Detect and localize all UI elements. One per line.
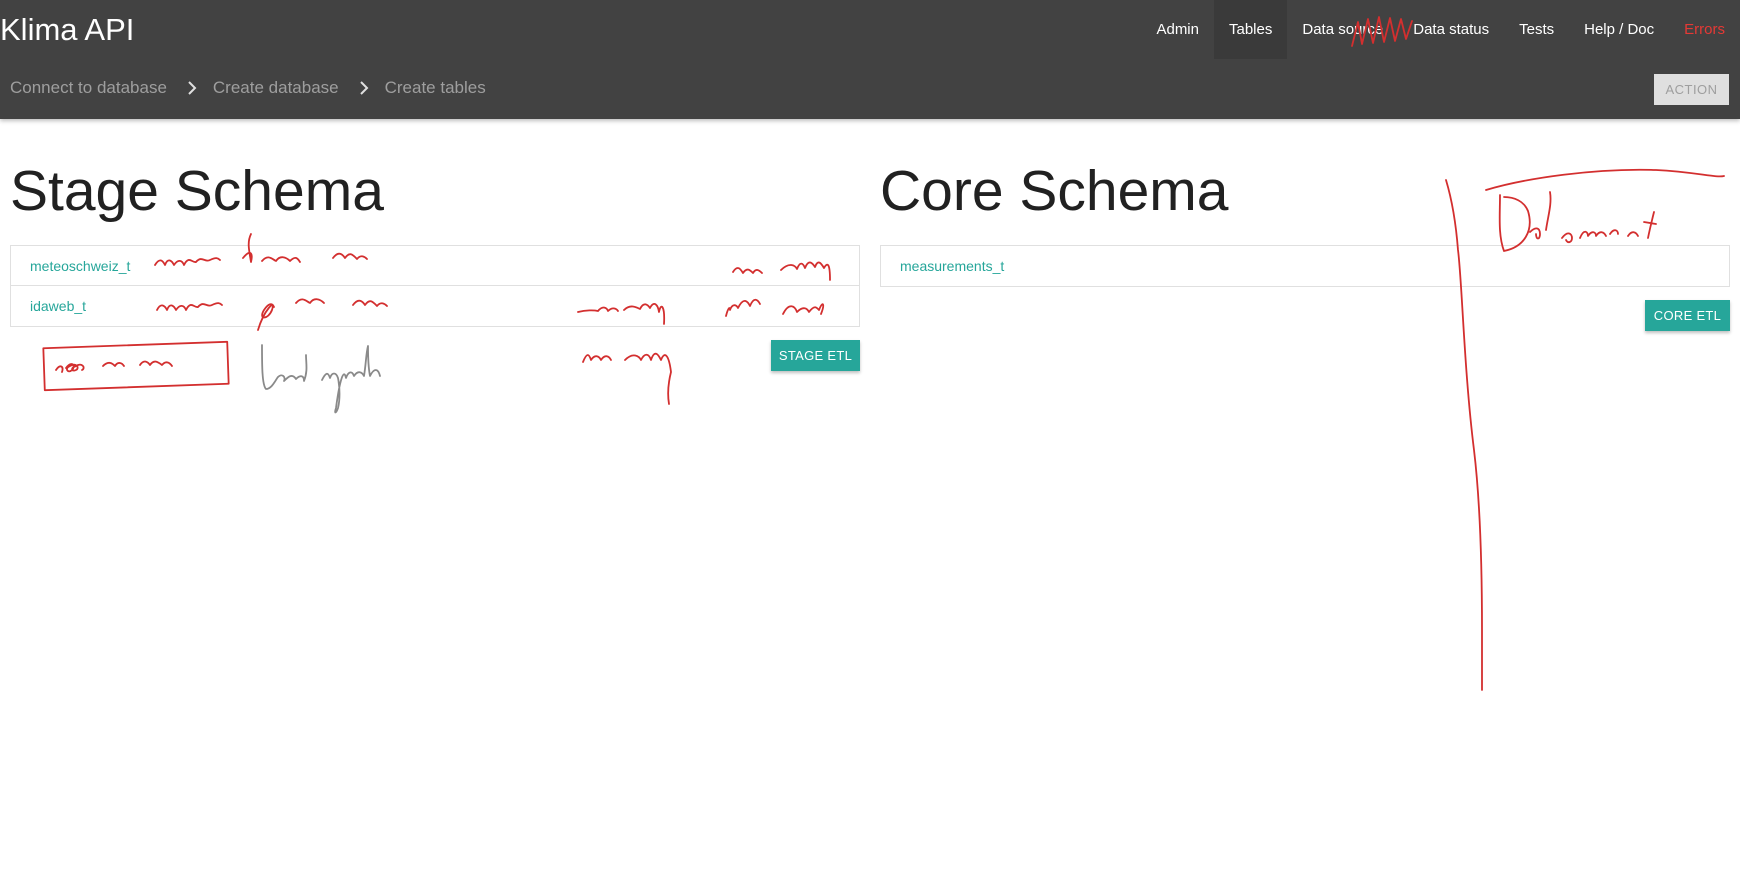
top-navbar: Klima API Admin Tables Data source Data … [0, 0, 1740, 119]
nav-tests[interactable]: Tests [1504, 0, 1569, 59]
stage-table-list: meteoschweiz_t idaweb_t [10, 245, 860, 327]
action-button[interactable]: ACTION [1654, 74, 1729, 105]
stage-schema-title: Stage Schema [10, 159, 384, 223]
note-box-10000-rows [42, 340, 230, 392]
table-row-measurements[interactable]: measurements_t [881, 246, 1729, 286]
core-schema-title: Core Schema [880, 159, 1229, 223]
table-row-idaweb[interactable]: idaweb_t [11, 286, 859, 326]
breadcrumb-connect-database[interactable]: Connect to database [10, 78, 167, 98]
main-nav: Admin Tables Data source Data status Tes… [1141, 0, 1740, 59]
core-etl-button[interactable]: CORE ETL [1645, 300, 1730, 331]
core-table-list: measurements_t [880, 245, 1730, 287]
note-run-scrapy-2 [582, 352, 672, 405]
note-last-refresh [261, 344, 381, 414]
nav-data-source[interactable]: Data source [1287, 0, 1398, 59]
table-row-meteoschweiz[interactable]: meteoschweiz_t [11, 246, 859, 286]
note-datamart [1498, 191, 1657, 252]
breadcrumb-create-database[interactable]: Create database [213, 78, 339, 98]
handwritten-annotations [42, 16, 1725, 691]
stage-etl-button[interactable]: STAGE ETL [771, 340, 860, 371]
chevron-right-icon [187, 81, 197, 95]
breadcrumb-create-tables[interactable]: Create tables [385, 78, 486, 98]
nav-errors[interactable]: Errors [1669, 0, 1740, 59]
breadcrumb: Connect to database Create database Crea… [10, 78, 486, 98]
app-title[interactable]: Klima API [0, 12, 134, 48]
chevron-right-icon [359, 81, 369, 95]
nav-tables[interactable]: Tables [1214, 0, 1288, 59]
nav-help-doc[interactable]: Help / Doc [1569, 0, 1669, 59]
nav-admin[interactable]: Admin [1141, 0, 1214, 59]
nav-data-status[interactable]: Data status [1398, 0, 1504, 59]
